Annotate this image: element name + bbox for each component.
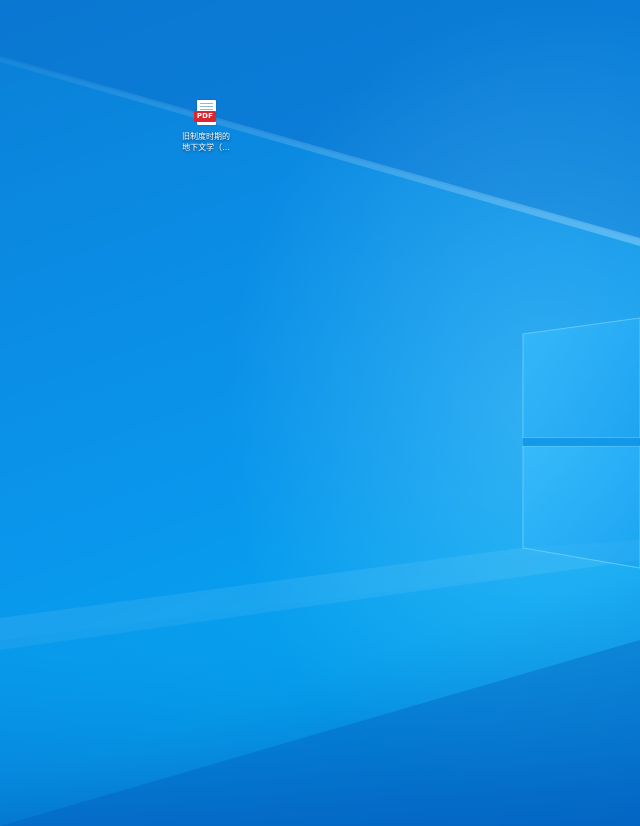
logo-pane-bottom [522, 445, 640, 569]
desktop-icon-caption: 旧制度时期的 地下文学（... [176, 131, 236, 153]
caption-line-1: 旧制度时期的 [182, 132, 230, 141]
pdf-badge: PDF [194, 111, 216, 122]
file-lines-shape [200, 103, 213, 111]
logo-divider [523, 438, 640, 446]
windows-logo [522, 317, 640, 569]
desktop[interactable]: PDF 旧制度时期的 地下文学（... [0, 0, 640, 826]
pdf-file-icon: PDF [194, 100, 218, 126]
desktop-icon-pdf-file[interactable]: PDF 旧制度时期的 地下文学（... [176, 100, 236, 153]
logo-pane-top [522, 317, 640, 439]
wallpaper [0, 0, 640, 826]
caption-line-2: 地下文学（... [182, 143, 230, 152]
